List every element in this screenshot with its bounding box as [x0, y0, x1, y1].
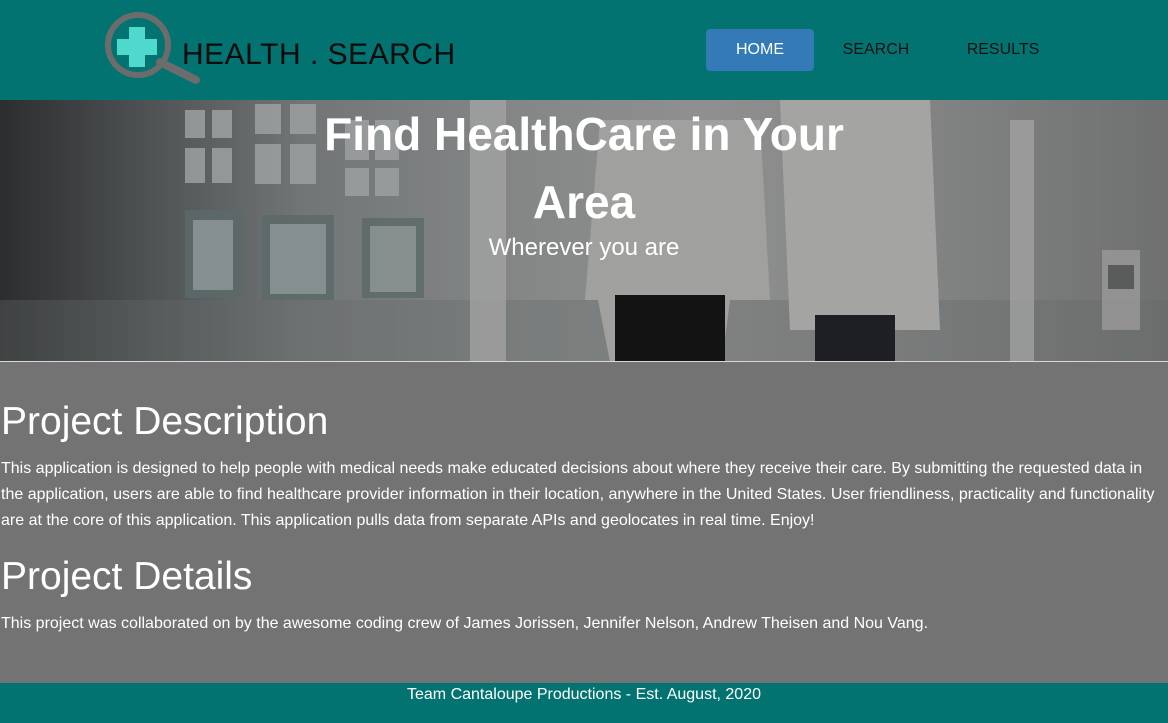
footer-text: Team Cantaloupe Productions - Est. Augus… [407, 686, 761, 703]
divider [0, 361, 1168, 362]
nav-home[interactable]: HOME [706, 29, 814, 71]
hero-title: Find HealthCare in Your Area [324, 108, 844, 228]
project-details-heading: Project Details [1, 555, 253, 598]
main-nav: HOME SEARCH RESULTS [706, 29, 1068, 71]
nav-search[interactable]: SEARCH [814, 29, 938, 71]
project-description-text: This application is designed to help peo… [1, 460, 1155, 529]
project-details-text: This project was collaborated on by the … [1, 615, 929, 632]
hero-banner: Find HealthCare in Your Area Wherever yo… [0, 100, 1168, 362]
site-header: HEALTH . SEARCH HOME SEARCH RESULTS [0, 0, 1168, 100]
project-description-heading: Project Description [1, 400, 329, 443]
site-title[interactable]: HEALTH . SEARCH [182, 38, 456, 72]
nav-results[interactable]: RESULTS [938, 29, 1068, 71]
hero-subtitle: Wherever you are [488, 234, 680, 261]
site-footer: Team Cantaloupe Productions - Est. Augus… [0, 683, 1168, 723]
